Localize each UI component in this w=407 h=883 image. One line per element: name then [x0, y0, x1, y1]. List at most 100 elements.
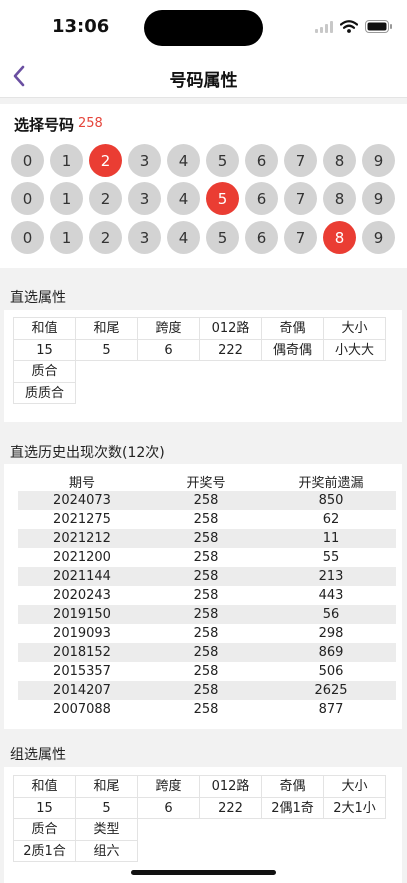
digit-ball[interactable]: 4 — [167, 144, 200, 177]
digit-ball[interactable]: 1 — [50, 144, 83, 177]
table-row: 2020243 258 443 — [18, 586, 396, 605]
digit-ball[interactable]: 1 — [50, 182, 83, 215]
digit-ball[interactable]: 5 — [206, 144, 239, 177]
table-cell: 258 — [146, 567, 266, 586]
table-cell: 258 — [146, 529, 266, 548]
attr-value: 15 — [14, 797, 75, 818]
history-title: 直选历史出现次数(12次) — [10, 445, 165, 461]
table-cell: 2020243 — [53, 588, 111, 603]
table-cell: 11 — [266, 529, 396, 548]
table-cell: 258 — [146, 681, 266, 700]
table-cell: 2019150 — [18, 605, 146, 624]
table-cell: 258 — [146, 605, 266, 624]
attr-label: 和尾 — [93, 779, 120, 794]
table-row: 2021144 258 213 — [18, 567, 396, 586]
number-picker: 选择号码 258 0123456789 0123456789 012345678… — [0, 104, 407, 268]
table-cell: 258 — [193, 664, 219, 679]
digit-ball[interactable]: 3 — [128, 221, 161, 254]
direct-attrs-panel: 和值 15 和尾 5 跨度 6 012路 222 奇偶 偶奇偶 大小 小大大 质合 质质合 — [4, 310, 402, 422]
status-time: 13:06 — [52, 16, 110, 37]
table-cell: 258 — [146, 643, 266, 662]
attr-cell: 跨度 6 — [137, 775, 200, 819]
table-cell: 2014207 — [18, 681, 146, 700]
table-cell: 258 — [193, 550, 219, 565]
attr-cell: 和尾 5 — [75, 317, 138, 361]
digit-ball[interactable]: 8 — [323, 182, 356, 215]
table-cell: 213 — [266, 567, 396, 586]
attr-value: 质质合 — [14, 382, 75, 403]
attr-value: 2质1合 — [14, 840, 75, 861]
table-cell: 2007088 — [53, 702, 111, 717]
digit-ball[interactable]: 7 — [284, 144, 317, 177]
group-attrs-panel: 和值 15 和尾 5 跨度 6 012路 222 奇偶 2偶1奇 大小 2大1小 质合 2质1合 类型 组六 — [4, 767, 402, 883]
table-cell: 258 — [193, 588, 219, 603]
table-row: 2021200 258 55 — [18, 548, 396, 567]
table-cell: 258 — [193, 512, 219, 527]
digit-ball[interactable]: 6 — [245, 221, 278, 254]
wifi-icon — [340, 20, 358, 33]
digit-ball[interactable]: 6 — [245, 144, 278, 177]
table-cell: 2015357 — [53, 664, 111, 679]
table-cell: 506 — [318, 664, 344, 679]
digit-ball[interactable]: 5 — [206, 221, 239, 254]
picker-selected-value: 258 — [78, 116, 103, 131]
attr-value: 5 — [76, 339, 137, 360]
battery-icon — [365, 20, 392, 33]
digit-ball[interactable]: 9 — [362, 182, 395, 215]
digit-ball[interactable]: 2 — [89, 182, 122, 215]
table-cell: 298 — [318, 626, 344, 641]
table-row: 2015357 258 506 — [18, 662, 396, 681]
digit-ball[interactable]: 7 — [284, 221, 317, 254]
attr-cell: 和值 15 — [13, 775, 76, 819]
attr-value: 2偶1奇 — [262, 797, 323, 818]
table-row: 2007088 258 877 — [18, 700, 396, 719]
digit-ball[interactable]: 8 — [323, 144, 356, 177]
table-row: 2024073 258 850 — [18, 491, 396, 510]
attr-cell: 大小 小大大 — [323, 317, 386, 361]
digit-ball[interactable]: 4 — [167, 182, 200, 215]
digit-ball[interactable]: 2 — [89, 144, 122, 177]
attr-label: 奇偶 — [279, 321, 306, 336]
attr-cell: 和尾 5 — [75, 775, 138, 819]
table-cell: 2019093 — [53, 626, 111, 641]
digit-ball[interactable]: 6 — [245, 182, 278, 215]
table-cell: 2018152 — [18, 643, 146, 662]
digit-ball[interactable]: 8 — [323, 221, 356, 254]
direct-attrs-grid: 和值 15 和尾 5 跨度 6 012路 222 奇偶 偶奇偶 大小 小大大 质合 质质合 — [13, 317, 386, 404]
table-row: 2019150 258 56 — [18, 605, 396, 624]
history-panel: 期号 开奖号 开奖前遗漏 2024073 258 850 2021275 258 62 20… — [4, 464, 402, 729]
digit-ball[interactable]: 0 — [11, 182, 44, 215]
attr-cell: 012路 222 — [199, 317, 262, 361]
digit-row-units: 0123456789 — [11, 221, 395, 254]
digit-ball[interactable]: 0 — [11, 221, 44, 254]
digit-ball[interactable]: 2 — [89, 221, 122, 254]
attr-label: 跨度 — [155, 779, 182, 794]
table-cell: 258 — [193, 626, 219, 641]
digit-ball[interactable]: 3 — [128, 144, 161, 177]
attr-label: 012路 — [211, 321, 250, 336]
digit-ball[interactable]: 9 — [362, 144, 395, 177]
digit-ball[interactable]: 3 — [128, 182, 161, 215]
digit-ball[interactable]: 7 — [284, 182, 317, 215]
attr-label: 和值 — [31, 779, 58, 794]
digit-ball[interactable]: 5 — [206, 182, 239, 215]
history-table-body: 2024073 258 850 2021275 258 62 2021212 258 11 202… — [18, 491, 396, 719]
attr-label: 大小 — [341, 779, 368, 794]
table-cell: 2024073 — [18, 491, 146, 510]
table-row: 2019093 258 298 — [18, 624, 396, 643]
digit-ball[interactable]: 4 — [167, 221, 200, 254]
attr-cell: 质合 2质1合 — [13, 818, 76, 862]
digit-ball[interactable]: 0 — [11, 144, 44, 177]
status-icons — [315, 20, 393, 33]
table-cell: 2021200 — [53, 550, 111, 565]
table-cell: 56 — [266, 605, 396, 624]
attr-cell: 大小 2大1小 — [323, 775, 386, 819]
table-cell: 2021275 — [53, 512, 111, 527]
attr-label: 大小 — [341, 321, 368, 336]
table-cell: 2625 — [266, 681, 396, 700]
digit-ball[interactable]: 9 — [362, 221, 395, 254]
page-title: 号码属性 — [169, 71, 238, 91]
digit-ball[interactable]: 1 — [50, 221, 83, 254]
attr-cell: 和值 15 — [13, 317, 76, 361]
attr-value: 组六 — [76, 840, 137, 861]
